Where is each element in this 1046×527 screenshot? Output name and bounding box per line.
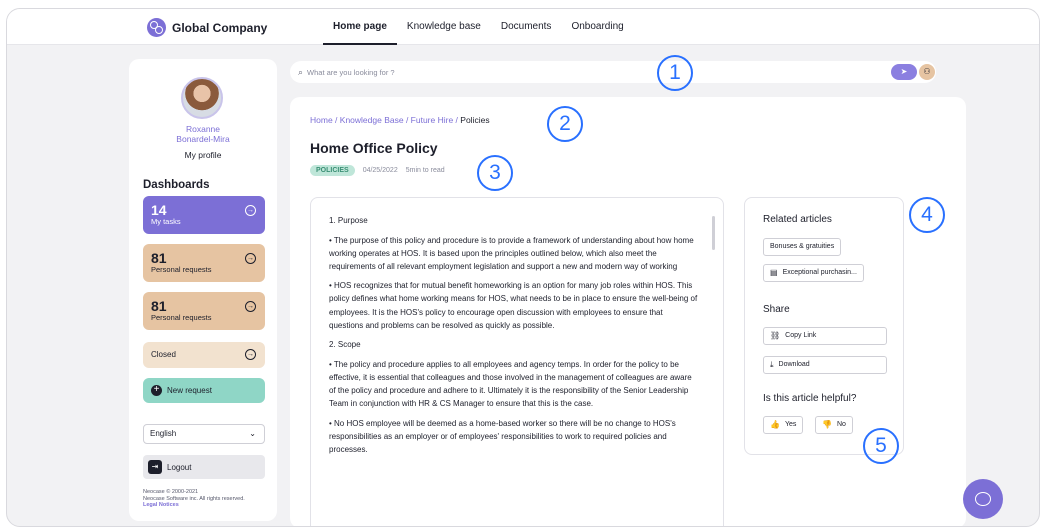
- logout-button[interactable]: ⇥ Logout: [143, 455, 265, 479]
- send-icon: ➤: [900, 67, 908, 76]
- my-tasks-card[interactable]: 14 My tasks →: [143, 196, 265, 234]
- article-body[interactable]: 1. Purpose • The purpose of this policy …: [310, 197, 724, 526]
- article-panel: Home / Knowledge Base / Future Hire / Po…: [290, 97, 966, 526]
- new-request-button[interactable]: + New request: [143, 378, 265, 403]
- article-paragraph: • HOS recognizes that for mutual benefit…: [329, 281, 698, 330]
- article-meta: POLICIES 04/25/2022 5min to read: [310, 165, 445, 176]
- company-logo[interactable]: Global Company: [147, 18, 267, 37]
- chat-button[interactable]: [963, 479, 1003, 519]
- no-button[interactable]: 👎 No: [815, 416, 853, 434]
- my-profile-link[interactable]: My profile: [129, 150, 277, 160]
- related-article-label: Bonuses & gratuities: [770, 243, 835, 250]
- article-scrollbar[interactable]: [712, 216, 715, 250]
- people-icon: ⚇: [923, 67, 931, 76]
- people-button[interactable]: ⚇: [919, 64, 935, 80]
- logo-text: Global Company: [172, 20, 268, 35]
- search-input[interactable]: What are you looking for ?: [307, 68, 395, 77]
- logo-icon: [147, 18, 166, 37]
- user-name: Roxanne Bonardel-Mira: [129, 124, 277, 144]
- breadcrumb: Home / Knowledge Base / Future Hire / Po…: [310, 115, 490, 125]
- main-nav: Home page Knowledge base Documents Onboa…: [323, 9, 634, 45]
- nav-knowledge-base[interactable]: Knowledge base: [397, 9, 491, 45]
- search-bar[interactable]: ⌕ What are you looking for ?: [290, 61, 936, 83]
- breadcrumb-current: Policies: [460, 115, 490, 125]
- language-value: English: [150, 429, 177, 438]
- chat-icon: [975, 492, 991, 506]
- article-paragraph: • The policy and procedure applies to al…: [329, 359, 692, 409]
- chevron-down-icon: ⌄: [249, 429, 256, 438]
- arrow-right-circle-icon: →: [245, 301, 256, 312]
- sidebar: Roxanne Bonardel-Mira My profile Dashboa…: [129, 59, 277, 521]
- related-article-link[interactable]: ▤ Exceptional purchasin...: [763, 264, 864, 282]
- helpful-title: Is this article helpful?: [763, 393, 857, 404]
- app-window: Global Company Home page Knowledge base …: [6, 8, 1040, 527]
- requests-count-2: 81: [151, 298, 167, 314]
- page-title: Home Office Policy: [310, 140, 438, 156]
- legal-footer: Neocase © 2000-2021 Neocase Software inc…: [143, 489, 269, 509]
- requests-label-2: Personal requests: [151, 313, 212, 322]
- yes-button[interactable]: 👍 Yes: [763, 416, 804, 434]
- logout-icon: ⇥: [148, 460, 162, 474]
- no-label: No: [836, 421, 846, 428]
- closed-label: Closed: [151, 350, 176, 359]
- breadcrumb-knowledge-base[interactable]: Knowledge Base: [340, 115, 404, 125]
- nav-onboarding[interactable]: Onboarding: [561, 9, 633, 45]
- annotation-badge-5: 5: [863, 428, 899, 464]
- article-paragraph: 2. Scope: [329, 340, 361, 350]
- article-date: 04/25/2022: [362, 167, 398, 174]
- tasks-label: My tasks: [151, 217, 181, 226]
- breadcrumb-home[interactable]: Home: [310, 115, 333, 125]
- copy-link-label: Copy Link: [785, 332, 817, 339]
- download-icon: ⤓: [770, 360, 774, 369]
- send-button[interactable]: ➤: [891, 64, 917, 80]
- thumbs-down-icon: 👎: [822, 420, 832, 429]
- breadcrumb-future-hire[interactable]: Future Hire: [411, 115, 454, 125]
- nav-documents[interactable]: Documents: [491, 9, 562, 45]
- avatar[interactable]: [181, 77, 223, 119]
- personal-requests-card[interactable]: 81 Personal requests →: [143, 244, 265, 282]
- search-icon: ⌕: [298, 66, 304, 77]
- read-time: 5min to read: [405, 167, 445, 174]
- language-select[interactable]: English ⌄: [143, 424, 265, 444]
- article-paragraph: 1. Purpose: [329, 216, 368, 225]
- thumbs-up-icon: 👍: [770, 420, 780, 429]
- user-first-name: Roxanne: [185, 124, 221, 134]
- category-tag[interactable]: POLICIES: [310, 165, 355, 176]
- top-navigation-bar: Global Company Home page Knowledge base …: [7, 9, 1039, 45]
- closed-card[interactable]: Closed →: [143, 342, 265, 368]
- annotation-badge-3: 3: [477, 155, 513, 191]
- plus-icon: +: [151, 385, 162, 396]
- download-button[interactable]: ⤓ Download: [763, 356, 887, 374]
- dashboards-title: Dashboards: [143, 179, 210, 191]
- arrow-right-circle-icon: →: [245, 349, 256, 360]
- copy-link-button[interactable]: ⛓ Copy Link: [763, 327, 887, 345]
- link-icon: ⛓: [770, 331, 781, 340]
- legal-notices-link[interactable]: Legal Notices: [143, 502, 269, 509]
- tasks-count: 14: [151, 202, 167, 218]
- annotation-badge-4: 4: [909, 197, 945, 233]
- download-label: Download: [778, 361, 810, 368]
- share-title: Share: [763, 304, 790, 315]
- nav-home-page[interactable]: Home page: [323, 9, 397, 45]
- yes-label: Yes: [784, 421, 797, 428]
- article-paragraph: • The purpose of this policy and procedu…: [329, 235, 694, 271]
- article-paragraph: • No HOS employee will be deemed as a ho…: [329, 418, 676, 454]
- annotation-badge-1: 1: [657, 55, 693, 91]
- requests-count: 81: [151, 250, 167, 266]
- article-sidebar: Related articles Bonuses & gratuities ▤ …: [744, 197, 904, 455]
- annotation-badge-2: 2: [547, 106, 583, 142]
- new-request-label: New request: [167, 386, 212, 395]
- document-icon: ▤: [770, 268, 778, 277]
- arrow-right-circle-icon: →: [245, 253, 256, 264]
- related-article-link[interactable]: Bonuses & gratuities: [763, 238, 842, 256]
- logout-label: Logout: [167, 462, 192, 472]
- arrow-right-circle-icon: →: [245, 205, 256, 216]
- related-article-label: Exceptional purchasin...: [782, 269, 857, 276]
- user-last-name: Bonardel-Mira: [176, 134, 230, 144]
- personal-requests-card-2[interactable]: 81 Personal requests →: [143, 292, 265, 330]
- requests-label: Personal requests: [151, 265, 212, 274]
- related-articles-title: Related articles: [763, 214, 832, 225]
